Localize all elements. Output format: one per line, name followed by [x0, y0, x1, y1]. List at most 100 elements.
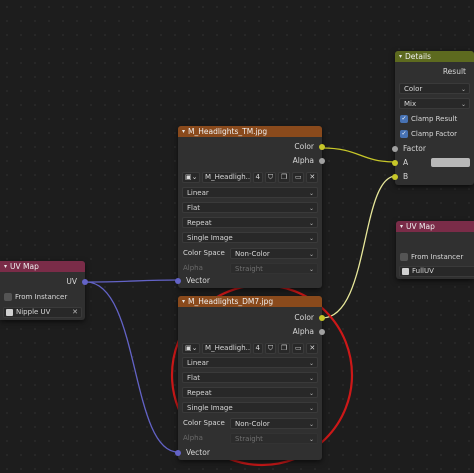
alpha-output-label: Alpha [292, 156, 314, 165]
link-color-to-b [321, 175, 397, 319]
extension-dropdown[interactable]: Repeat ⌄ [182, 387, 318, 398]
interpolation-dropdown[interactable]: Linear ⌄ [182, 187, 318, 198]
vector-input-socket[interactable] [175, 449, 181, 456]
dropdown-arrow-icon: ⌄ [460, 86, 466, 93]
extension-dropdown[interactable]: Repeat ⌄ [182, 217, 318, 228]
alpha-mode-value: Straight [235, 435, 263, 443]
collapse-chevron-icon[interactable]: ▾ [4, 261, 7, 272]
from-instancer-label: From Instancer [411, 253, 464, 261]
a-label: A [403, 158, 409, 167]
projection-dropdown[interactable]: Flat ⌄ [182, 372, 318, 383]
projection-value: Flat [187, 374, 201, 382]
unlink-close-icon[interactable]: ✕ [306, 343, 318, 354]
alpha-output-socket[interactable] [319, 328, 325, 335]
dropdown-arrow-icon: ⌄ [308, 390, 314, 397]
interpolation-dropdown[interactable]: Linear ⌄ [182, 357, 318, 368]
image-users-count[interactable]: 4 [252, 343, 263, 354]
uv-map-name-value: Nipple UV [16, 308, 51, 316]
duplicate-image-icon[interactable]: ❐ [277, 172, 290, 183]
interpolation-value: Linear [187, 359, 209, 367]
alpha-mode-dropdown[interactable]: Straight ⌄ [230, 263, 318, 274]
blend-mode-value: Mix [404, 100, 417, 108]
uv-output-socket[interactable] [82, 278, 88, 285]
fake-user-shield-icon[interactable]: ⛉ [264, 343, 276, 354]
checkbox-unchecked-icon [4, 293, 12, 301]
uv-map-name-field[interactable]: Nipple UV ✕ [3, 307, 82, 318]
uv-map-name-field[interactable]: FullUV [399, 266, 474, 277]
link-color-to-a [321, 147, 397, 163]
blend-mode-dropdown[interactable]: Mix ⌄ [399, 98, 470, 109]
from-instancer-checkbox[interactable]: From Instancer [4, 293, 67, 301]
dropdown-arrow-icon: ⌄ [308, 405, 314, 412]
alpha-mode-label: Alpha [183, 434, 203, 442]
alpha-mode-dropdown[interactable]: Straight ⌄ [230, 433, 318, 444]
b-socket[interactable] [392, 173, 398, 180]
uv-map-node-left[interactable]: ▾ UV Map UV From Instancer Nipple UV ✕ [0, 261, 88, 320]
unlink-close-icon[interactable]: ✕ [306, 172, 318, 183]
fake-user-shield-icon[interactable]: ⛉ [264, 172, 276, 183]
uv-output: UV [0, 275, 88, 288]
data-type-dropdown[interactable]: Color ⌄ [399, 83, 470, 94]
clear-close-icon[interactable]: ✕ [72, 308, 78, 317]
uv-map-header-left[interactable]: ▾ UV Map [0, 261, 85, 272]
link-uv-to-vector-dm7 [85, 281, 179, 453]
clamp-result-checkbox[interactable]: ✓ Clamp Result [400, 115, 457, 123]
collapse-chevron-icon[interactable]: ▾ [399, 51, 402, 62]
a-input: A [392, 156, 474, 169]
vector-input-label: Vector [186, 276, 210, 285]
clamp-result-label: Clamp Result [411, 115, 458, 123]
image-name-field[interactable]: M_Headligh... [202, 172, 251, 183]
image-texture-node-dm7[interactable]: ▾ M_Headlights_DM7.jpg Color Alpha ▣⌄ M_… [175, 296, 325, 460]
color-output-label: Color [294, 142, 314, 151]
vector-input: Vector [175, 274, 322, 287]
dropdown-arrow-icon: ⌄ [308, 360, 314, 367]
from-instancer-checkbox[interactable]: From Instancer [400, 253, 463, 261]
checkbox-unchecked-icon [400, 253, 408, 261]
color-space-dropdown[interactable]: Non-Color ⌄ [230, 248, 318, 259]
from-instancer-label: From Instancer [15, 293, 68, 301]
collapse-chevron-icon[interactable]: ▾ [182, 126, 185, 137]
uv-map-title-left: UV Map [10, 262, 39, 271]
color-output-socket[interactable] [319, 143, 325, 150]
uv-map-icon [402, 268, 409, 275]
image-texture-header-dm7[interactable]: ▾ M_Headlights_DM7.jpg [178, 296, 322, 307]
extension-value: Repeat [187, 389, 212, 397]
color-output: Color [178, 311, 325, 324]
alpha-mode-label: Alpha [183, 264, 203, 272]
color-space-dropdown[interactable]: Non-Color ⌄ [230, 418, 318, 429]
a-socket[interactable] [392, 159, 398, 166]
vector-input-socket[interactable] [175, 277, 181, 284]
image-texture-header-tm[interactable]: ▾ M_Headlights_TM.jpg [178, 126, 322, 137]
details-node-header[interactable]: ▾ Details [395, 51, 474, 62]
color-space-label: Color Space [183, 249, 225, 257]
source-dropdown[interactable]: Single Image ⌄ [182, 402, 318, 413]
image-browse-button[interactable]: ▣⌄ [182, 343, 201, 354]
color-output-socket[interactable] [319, 314, 325, 321]
source-dropdown[interactable]: Single Image ⌄ [182, 232, 318, 243]
image-name-field[interactable]: M_Headligh... [202, 343, 251, 354]
open-folder-icon[interactable]: ▭ [291, 172, 305, 183]
collapse-chevron-icon[interactable]: ▾ [182, 296, 185, 307]
image-texture-node-tm[interactable]: ▾ M_Headlights_TM.jpg Color Alpha ▣⌄ M_H… [175, 126, 325, 288]
color-space-label: Color Space [183, 419, 225, 427]
checkbox-checked-icon: ✓ [400, 115, 408, 123]
clamp-factor-checkbox[interactable]: ✓ Clamp Factor [400, 130, 457, 138]
a-color-swatch[interactable] [431, 158, 470, 167]
dropdown-arrow-icon: ⌄ [308, 220, 314, 227]
alpha-output-socket[interactable] [319, 157, 325, 164]
open-folder-icon[interactable]: ▭ [291, 343, 305, 354]
uv-map-header-right[interactable]: ▾ UV Map [396, 221, 474, 232]
image-users-count[interactable]: 4 [252, 172, 263, 183]
alpha-output-label: Alpha [292, 327, 314, 336]
dropdown-arrow-icon: ⌄ [308, 205, 314, 212]
collapse-chevron-icon[interactable]: ▾ [400, 221, 403, 232]
dropdown-arrow-icon: ⌄ [308, 266, 314, 273]
projection-dropdown[interactable]: Flat ⌄ [182, 202, 318, 213]
duplicate-image-icon[interactable]: ❐ [277, 343, 290, 354]
factor-socket[interactable] [392, 145, 398, 152]
details-node[interactable]: ▾ Details Result Color ⌄ Mix ⌄ ✓ Clamp Resu… [392, 51, 474, 185]
alpha-output: Alpha [178, 325, 325, 338]
image-browse-button[interactable]: ▣⌄ [182, 172, 201, 183]
uv-map-node-right[interactable]: ▾ UV Map From Instancer FullUV [396, 221, 474, 279]
dropdown-arrow-icon: ⌄ [308, 436, 314, 443]
